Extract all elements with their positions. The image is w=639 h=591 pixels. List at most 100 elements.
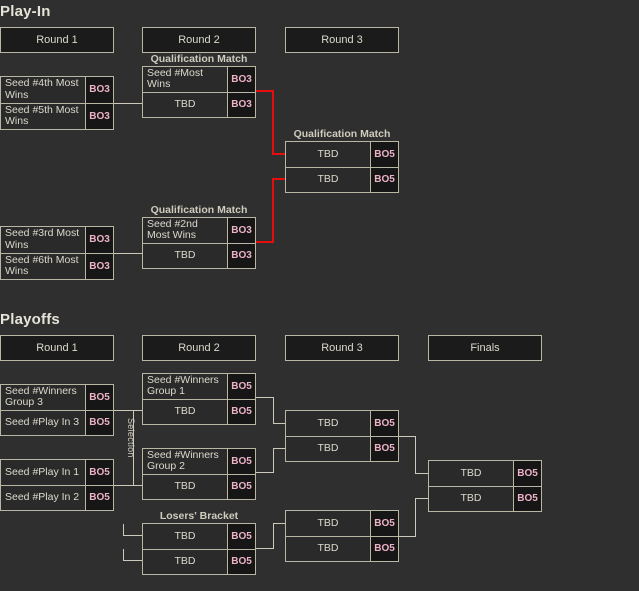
series-format-badge: BO5 (370, 536, 398, 561)
team-name: TBD (174, 529, 196, 542)
selection-label: Selection (126, 418, 136, 458)
series-format-badge: BO5 (85, 410, 113, 435)
connector-playoffs-to-r3m1-slot2 (273, 448, 285, 449)
match-playoffs-losers-bracket[interactable]: TBD BO5 TBD BO5 (142, 523, 256, 575)
series-format-badge: BO5 (85, 460, 113, 485)
series-format-badge: BO5 (227, 474, 255, 499)
match-slot[interactable]: TBD BO3 (143, 91, 255, 117)
team-name: Seed #2nd Most Wins (147, 218, 198, 242)
match-slot[interactable]: Seed #Winners Group 3 BO5 (1, 385, 113, 410)
team-name: Seed #Most Wins (147, 67, 204, 91)
caption-playin-r2-m1: Qualification Match (150, 53, 248, 65)
match-slot[interactable]: TBD BO5 (429, 485, 541, 511)
match-slot[interactable]: TBD BO5 (286, 435, 398, 461)
connector-playoffs-r2m2-out (256, 472, 274, 473)
match-playoffs-r1-m2[interactable]: Seed #Play In 1 BO5 Seed #Play In 2 BO5 (0, 459, 114, 511)
connector-playoffs-to-r3m2-slot1 (273, 523, 285, 524)
connector-losers-stub-1-horz (123, 535, 142, 536)
series-format-badge: BO5 (370, 411, 398, 436)
connector-playoffs-r2m2-vert (273, 448, 274, 473)
connector-playoffs-selection-to-r2m1 (133, 410, 142, 411)
match-slot[interactable]: Seed #6th Most Wins BO3 (1, 252, 113, 279)
match-playoffs-r3-m1[interactable]: TBD BO5 TBD BO5 (285, 410, 399, 462)
match-slot[interactable]: Seed #Winners Group 1 BO5 (143, 374, 255, 399)
round-header-playin-round-2[interactable]: Round 2 (142, 27, 256, 53)
match-slot[interactable]: TBD BO5 (143, 473, 255, 499)
series-format-badge: BO3 (227, 243, 255, 268)
match-slot[interactable]: TBD BO5 (286, 142, 398, 167)
connector-losers-stub-2-horz (123, 560, 142, 561)
connector-playoffs-r3m2-out (399, 536, 416, 537)
match-slot[interactable]: TBD BO5 (143, 548, 255, 574)
match-slot[interactable]: Seed #3rd Most Wins BO3 (1, 227, 113, 253)
match-playoffs-r1-m1[interactable]: Seed #Winners Group 3 BO5 Seed #Play In … (0, 384, 114, 436)
team-name: Seed #Winners Group 1 (147, 374, 219, 398)
connector-playoffs-selection-to-r2m2 (133, 485, 142, 486)
match-slot[interactable]: Seed #2nd Most Wins BO3 (143, 218, 255, 243)
match-slot[interactable]: TBD BO5 (143, 524, 255, 549)
match-slot[interactable]: TBD BO5 (286, 166, 398, 192)
match-slot[interactable]: TBD BO5 (286, 535, 398, 561)
series-format-badge: BO3 (85, 253, 113, 279)
match-playin-r2-m2[interactable]: Seed #2nd Most Wins BO3 TBD BO3 (142, 217, 256, 269)
match-slot[interactable]: Seed #Play In 2 BO5 (1, 484, 113, 510)
series-format-badge: BO5 (513, 486, 541, 511)
team-name: TBD (174, 555, 196, 567)
team-name: Seed #3rd Most Wins (5, 227, 80, 251)
match-slot[interactable]: TBD BO5 (143, 398, 255, 424)
connector-playoffs-to-finals-slot2 (415, 498, 428, 499)
round-header-playoffs-finals[interactable]: Finals (428, 335, 542, 361)
series-format-badge: BO5 (85, 485, 113, 510)
round-header-playin-round-3[interactable]: Round 3 (285, 27, 399, 53)
series-format-badge: BO3 (227, 92, 255, 117)
match-slot[interactable]: Seed #4th Most Wins BO3 (1, 77, 113, 103)
caption-playin-r2-m2: Qualification Match (150, 204, 248, 216)
match-slot[interactable]: TBD BO5 (286, 511, 398, 536)
bracket-stage: Play-In Round 1 Round 2 Round 3 Seed #4t… (0, 0, 639, 591)
connector-playoffs-to-finals-slot1 (415, 473, 428, 474)
match-slot[interactable]: Seed #Play In 1 BO5 (1, 460, 113, 485)
series-format-badge: BO5 (227, 549, 255, 574)
series-format-badge: BO5 (85, 385, 113, 410)
round-header-playoffs-round-2[interactable]: Round 2 (142, 335, 256, 361)
team-name: Seed #Winners Group 3 (5, 385, 77, 409)
series-format-badge: BO5 (513, 461, 541, 486)
series-format-badge: BO5 (370, 167, 398, 192)
section-title-play-in: Play-In (0, 3, 51, 20)
series-format-badge: BO5 (227, 449, 255, 474)
caption-playin-r3-m1: Qualification Match (293, 128, 391, 140)
match-slot[interactable]: TBD BO5 (286, 411, 398, 436)
connector-playoffs-to-r3m1-slot1 (273, 423, 285, 424)
team-name: Seed #Play In 3 (5, 416, 80, 428)
match-playin-r2-m1[interactable]: Seed #Most Wins BO3 TBD BO3 (142, 66, 256, 118)
match-playoffs-r3-m2[interactable]: TBD BO5 TBD BO5 (285, 510, 399, 562)
match-playoffs-r2-m1[interactable]: Seed #Winners Group 1 BO5 TBD BO5 (142, 373, 256, 425)
connector-playoffs-losers-out (256, 548, 274, 549)
round-header-playin-round-1[interactable]: Round 1 (0, 27, 114, 53)
match-slot[interactable]: Seed #Play In 3 BO5 (1, 409, 113, 435)
match-slot[interactable]: Seed #Most Wins BO3 (143, 67, 255, 92)
team-name: TBD (174, 405, 196, 417)
match-playin-r1-m1[interactable]: Seed #4th Most Wins BO3 Seed #5th Most W… (0, 76, 114, 130)
match-playoffs-r2-m2[interactable]: Seed #Winners Group 2 BO5 TBD BO5 (142, 448, 256, 500)
connector-playoffs-r3m2-vert (415, 498, 416, 537)
round-header-playoffs-round-1[interactable]: Round 1 (0, 335, 114, 361)
match-playin-r3-m1[interactable]: TBD BO5 TBD BO5 (285, 141, 399, 193)
team-name: Seed #Play In 2 (5, 491, 80, 503)
series-format-badge: BO5 (370, 511, 398, 536)
connector-red-playin-to-r3-slot1 (272, 153, 286, 155)
team-name: TBD (317, 416, 339, 429)
match-playin-r1-m2[interactable]: Seed #3rd Most Wins BO3 Seed #6th Most W… (0, 226, 114, 280)
match-slot[interactable]: TBD BO5 (429, 461, 541, 486)
match-slot[interactable]: Seed #5th Most Wins BO3 (1, 102, 113, 129)
series-format-badge: BO3 (227, 67, 255, 92)
match-playoffs-finals[interactable]: TBD BO5 TBD BO5 (428, 460, 542, 512)
connector-playin-r1m1-to-r2m1 (114, 103, 142, 104)
round-header-playoffs-round-3[interactable]: Round 3 (285, 335, 399, 361)
match-slot[interactable]: Seed #Winners Group 2 BO5 (143, 449, 255, 474)
match-slot[interactable]: TBD BO3 (143, 242, 255, 268)
team-name: TBD (460, 492, 482, 504)
connector-red-playin-r2m2-vert (272, 178, 274, 243)
series-format-badge: BO3 (227, 218, 255, 243)
connector-playoffs-r3m1-vert (415, 436, 416, 474)
